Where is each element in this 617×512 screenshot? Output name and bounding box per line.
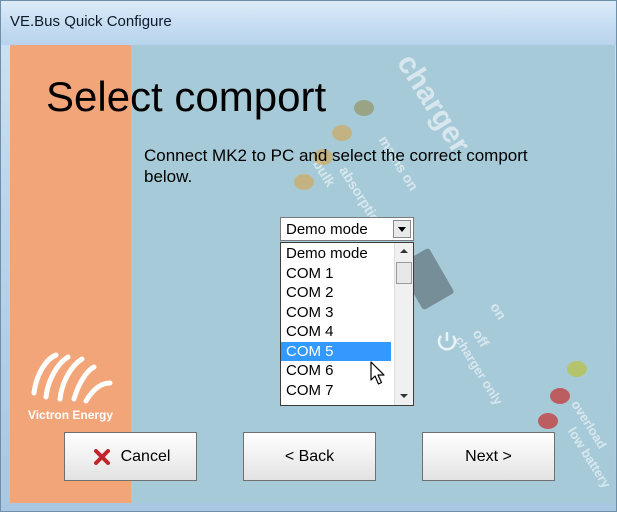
cancel-button-label: Cancel [120,448,171,465]
page-title: Select comport [46,73,327,120]
comport-dropdown-list[interactable]: Demo mode COM 1 COM 2 COM 3 COM 4 COM 5 … [280,242,414,406]
window-title: VE.Bus Quick Configure [10,13,172,30]
mouse-cursor-icon [370,361,385,385]
background-led-icon [538,413,558,429]
back-button[interactable]: < Back [243,432,376,481]
background-led-icon [567,361,587,377]
background-led-icon [332,125,352,141]
next-button[interactable]: Next > [422,432,555,481]
comport-option-com3[interactable]: COM 3 [281,303,391,323]
background-label-charger: charger [390,48,477,160]
title-bar[interactable]: VE.Bus Quick Configure [1,1,616,45]
comport-select[interactable]: Demo mode [280,217,414,241]
background-led-icon [354,100,374,116]
scroll-down-arrow-icon[interactable] [395,389,413,405]
app-window: VE.Bus Quick Configure charger mains on … [0,0,617,512]
comport-option-demo-mode[interactable]: Demo mode [281,244,391,264]
victron-energy-logo [31,352,113,404]
comport-select-value: Demo mode [286,221,368,238]
list-scrollbar[interactable] [394,243,413,405]
wizard-panel: charger mains on bulk absorption on off … [10,45,615,503]
comport-option-com2[interactable]: COM 2 [281,283,391,303]
comport-option-com5[interactable]: COM 5 [281,341,391,361]
scroll-up-arrow-icon[interactable] [395,243,413,259]
next-button-label: Next > [465,448,512,465]
comport-option-com1[interactable]: COM 1 [281,264,391,284]
background-power-symbol-icon [437,332,457,351]
comport-option-com4[interactable]: COM 4 [281,322,391,342]
scrollbar-thumb[interactable] [396,262,412,284]
back-button-label: < Back [284,448,335,465]
background-label-on: on [487,299,510,323]
background-led-icon [550,388,570,404]
cancel-button[interactable]: Cancel [64,432,197,481]
brand-name: Victron Energy [27,408,114,422]
chevron-down-icon[interactable] [393,220,411,238]
instructions-text: Connect MK2 to PC and select the correct… [144,146,528,186]
